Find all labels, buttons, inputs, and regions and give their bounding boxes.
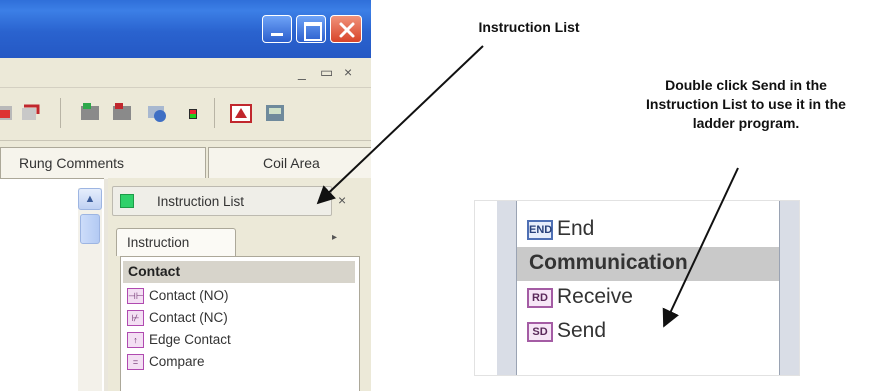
program-icon[interactable]	[78, 100, 104, 126]
vertical-scrollbar[interactable]: ▲	[78, 188, 102, 391]
mdi-restore-button[interactable]: ▭	[320, 64, 333, 80]
instruction-list: Contact ⊣⊢ Contact (NO) ⊬ Contact (NC) ↑…	[120, 256, 360, 391]
receive-icon: RD	[527, 288, 553, 308]
list-item[interactable]: ⊣⊢ Contact (NO)	[123, 285, 229, 307]
callout-instruction-list: Instruction List	[478, 19, 580, 35]
contact-no-icon: ⊣⊢	[127, 288, 144, 304]
io-icon[interactable]	[228, 100, 254, 126]
maximize-button[interactable]	[296, 15, 326, 43]
stop-icon[interactable]	[180, 100, 206, 126]
transfer-icon[interactable]	[18, 100, 44, 126]
close-button[interactable]	[330, 15, 362, 43]
mdi-minimize-button[interactable]: _	[298, 64, 306, 80]
pane-status-icon	[120, 194, 134, 208]
minimize-button[interactable]	[262, 15, 292, 43]
network-icon[interactable]	[110, 100, 136, 126]
report-icon[interactable]	[262, 100, 288, 126]
end-icon: END	[527, 220, 553, 240]
toolbar-separator	[60, 98, 61, 128]
scroll-thumb[interactable]	[80, 214, 100, 244]
pane-left-border	[497, 201, 517, 375]
tab-instruction[interactable]: Instruction	[116, 228, 236, 256]
pane-right-border	[779, 201, 799, 375]
scroll-up-button[interactable]: ▲	[78, 188, 102, 210]
callout-line: Instruction List to use it in the	[646, 96, 846, 112]
tab-coil-area[interactable]: Coil Area	[208, 147, 371, 179]
pane-close-button[interactable]: ×	[338, 192, 346, 208]
contact-nc-icon: ⊬	[127, 310, 144, 326]
record-icon[interactable]	[0, 100, 18, 126]
instruction-list-header[interactable]: Instruction List	[112, 186, 332, 216]
editor-tabs: Rung Comments Coil Area	[0, 140, 371, 179]
list-item-label: Edge Contact	[149, 332, 231, 347]
callout-line: Double click Send in the	[665, 77, 827, 93]
compare-icon: =	[127, 354, 144, 370]
list-item-label: Receive	[557, 285, 633, 308]
list-item-end[interactable]: END End	[517, 213, 779, 247]
group-communication: Communication	[517, 247, 779, 281]
list-item-label: Compare	[149, 354, 205, 369]
send-icon: SD	[527, 322, 553, 342]
callout-line: ladder program.	[692, 115, 800, 131]
tab-scroll-arrow-icon[interactable]: ▸	[332, 232, 337, 243]
list-item-send[interactable]: SD Send	[517, 315, 779, 349]
mdi-close-button[interactable]: ×	[344, 64, 352, 80]
list-item-receive[interactable]: RD Receive	[517, 281, 779, 315]
edge-contact-icon: ↑	[127, 332, 144, 348]
close-icon	[339, 22, 355, 38]
toolbar	[0, 88, 371, 140]
mdi-controls: _ ▭ ×	[0, 58, 371, 88]
toolbar-separator	[214, 98, 215, 128]
list-item-label: Send	[557, 319, 607, 342]
list-item-label: Contact (NO)	[149, 288, 229, 303]
list-item[interactable]: ↑ Edge Contact	[123, 329, 231, 351]
group-contact: Contact	[123, 261, 355, 283]
tab-rung-comments[interactable]: Rung Comments	[0, 147, 206, 179]
app-screenshot: _ ▭ × Rung Comments Coil Area ▲ Instruct…	[0, 0, 371, 391]
list-item-label: Contact (NC)	[149, 310, 228, 325]
callout-send-instructions: Double click Send in the Instruction Lis…	[618, 76, 874, 133]
instruction-list-pane: Instruction List × Instruction ▸ Contact…	[108, 178, 371, 391]
title-bar	[0, 0, 371, 58]
list-item[interactable]: ⊬ Contact (NC)	[123, 307, 228, 329]
list-item-label: End	[557, 217, 595, 240]
list-item[interactable]: = Compare	[123, 351, 205, 373]
monitor-icon[interactable]	[144, 100, 170, 126]
zoomed-instruction-list: END End Communication RD Receive SD Send	[474, 200, 800, 376]
